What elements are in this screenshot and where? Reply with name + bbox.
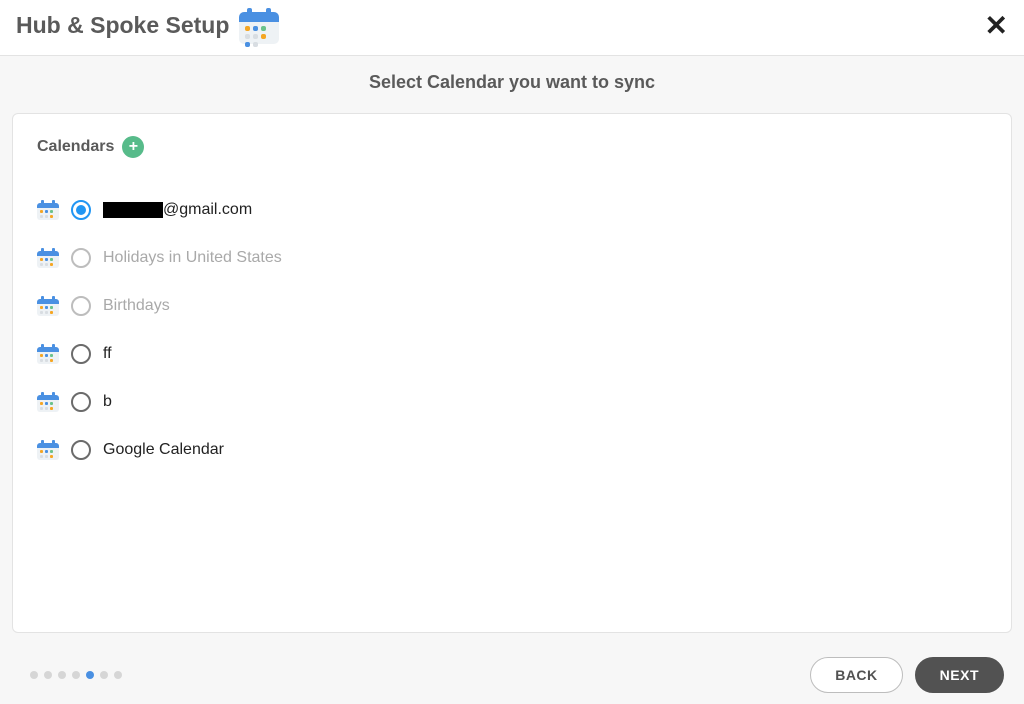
calendar-row: Birthdays	[37, 282, 987, 330]
calendar-radio[interactable]	[71, 200, 91, 220]
dialog-header: Hub & Spoke Setup ✕	[0, 0, 1024, 56]
calendar-icon	[37, 200, 59, 220]
section-header: Calendars +	[37, 136, 987, 158]
calendar-radio	[71, 248, 91, 268]
page-title: Hub & Spoke Setup	[16, 12, 229, 39]
calendar-row: Holidays in United States	[37, 234, 987, 282]
header-left: Hub & Spoke Setup	[16, 8, 279, 44]
step-dot	[30, 671, 38, 679]
step-dot	[58, 671, 66, 679]
footer-buttons: BACK NEXT	[810, 657, 1004, 693]
calendar-label: ff	[103, 345, 112, 363]
calendar-row: Google Calendar	[37, 426, 987, 474]
step-dot	[114, 671, 122, 679]
calendar-row: @gmail.com	[37, 186, 987, 234]
calendar-label: @gmail.com	[103, 201, 252, 219]
step-dot	[44, 671, 52, 679]
calendar-icon	[37, 248, 59, 268]
redacted-text	[103, 202, 163, 218]
next-button[interactable]: NEXT	[915, 657, 1004, 693]
step-subtitle: Select Calendar you want to sync	[0, 56, 1024, 113]
calendar-radio	[71, 296, 91, 316]
back-button[interactable]: BACK	[810, 657, 902, 693]
progress-stepper	[30, 671, 122, 679]
step-dot	[100, 671, 108, 679]
calendar-icon	[37, 296, 59, 316]
calendar-label: b	[103, 393, 112, 411]
calendar-label: Birthdays	[103, 297, 170, 315]
calendar-row: b	[37, 378, 987, 426]
calendar-radio[interactable]	[71, 440, 91, 460]
calendar-row: ff	[37, 330, 987, 378]
calendar-radio[interactable]	[71, 344, 91, 364]
calendar-icon	[37, 440, 59, 460]
calendar-list: @gmail.com Holidays in United States Birth…	[37, 186, 987, 474]
step-dot	[72, 671, 80, 679]
calendars-panel: Calendars + @gmail.com Holidays in United…	[12, 113, 1012, 633]
calendar-radio[interactable]	[71, 392, 91, 412]
calendar-icon	[239, 8, 279, 44]
calendar-label: Google Calendar	[103, 441, 224, 459]
section-title: Calendars	[37, 138, 114, 156]
calendar-icon	[37, 392, 59, 412]
add-calendar-button[interactable]: +	[122, 136, 144, 158]
close-icon[interactable]: ✕	[985, 12, 1008, 40]
calendar-label: Holidays in United States	[103, 249, 282, 267]
wizard-footer: BACK NEXT	[0, 646, 1024, 704]
calendar-icon	[37, 344, 59, 364]
step-dot	[86, 671, 94, 679]
